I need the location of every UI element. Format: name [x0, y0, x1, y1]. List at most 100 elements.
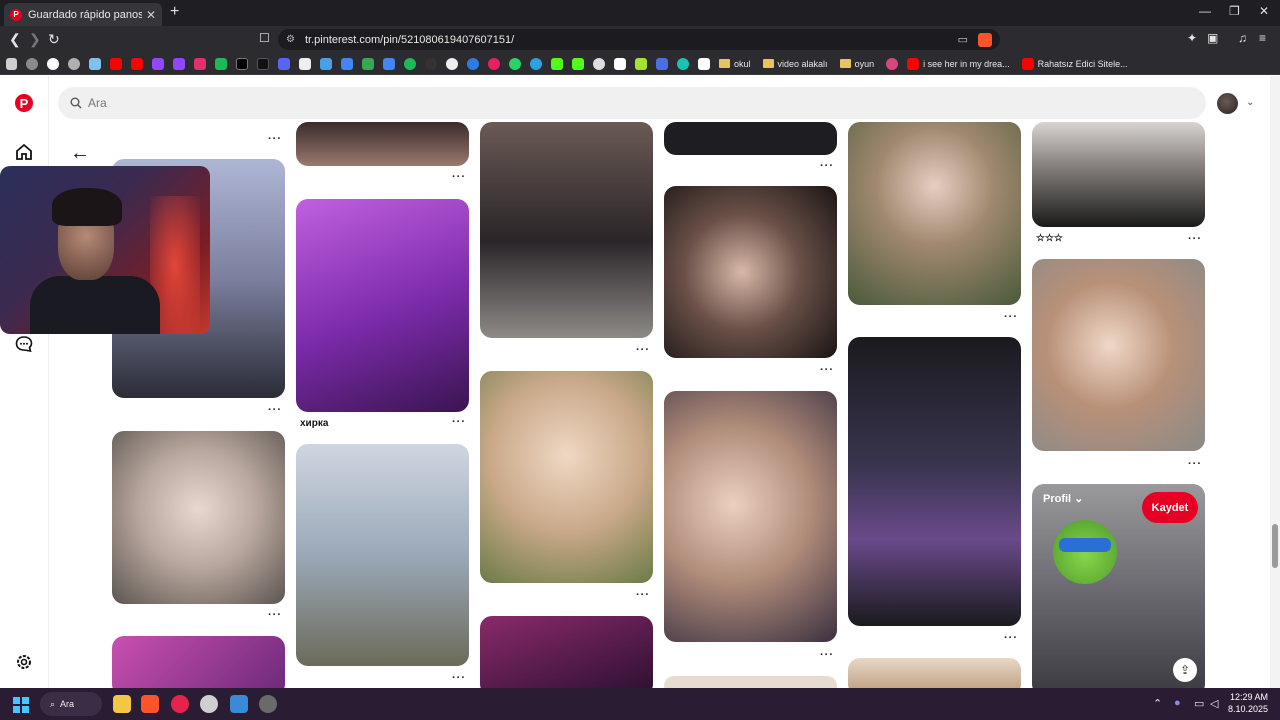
tab-close-icon[interactable]: ✕: [146, 8, 156, 22]
avatar[interactable]: [1217, 93, 1238, 114]
close-window-icon[interactable]: ✕: [1259, 4, 1269, 18]
app-icon-4[interactable]: [200, 695, 218, 713]
discord-bookmark-icon[interactable]: [278, 57, 290, 70]
pin-image[interactable]: [296, 122, 469, 166]
pin-image[interactable]: [480, 371, 653, 583]
bookmark-icon-31[interactable]: [656, 57, 668, 70]
bookmark-icon-28[interactable]: [593, 57, 605, 70]
app-icon-5[interactable]: [230, 695, 248, 713]
bookmark-icon-10[interactable]: [215, 57, 227, 70]
brave-shields-icon[interactable]: [978, 32, 992, 47]
minimize-icon[interactable]: —: [1199, 4, 1211, 18]
search-bar[interactable]: [58, 87, 1206, 119]
translate-bookmark-icon[interactable]: [341, 57, 353, 70]
back-icon[interactable]: ❮: [9, 31, 21, 48]
home-icon[interactable]: [14, 142, 34, 162]
pin-image[interactable]: [664, 676, 837, 688]
restore-icon[interactable]: ❐: [1229, 4, 1240, 18]
address-bar[interactable]: ⚙ tr.pinterest.com/pin/52108061940760715…: [278, 29, 1000, 50]
save-button[interactable]: Kaydet: [1142, 492, 1198, 523]
volume-icon[interactable]: ◁: [1210, 697, 1218, 710]
drive-bookmark-icon[interactable]: [362, 57, 374, 70]
twitch-bookmark-icon[interactable]: [152, 57, 164, 70]
docs-bookmark-icon[interactable]: [383, 57, 395, 70]
pin-image[interactable]: [664, 186, 837, 358]
bookmark-icon-29[interactable]: [614, 57, 626, 70]
search-input[interactable]: [88, 96, 488, 110]
extensions-icon[interactable]: ✦: [1187, 31, 1197, 45]
pin-image[interactable]: [296, 444, 469, 666]
pin-more-icon[interactable]: ···: [268, 609, 282, 621]
bookmark-icon[interactable]: ☐: [259, 31, 270, 45]
pin-more-icon[interactable]: ···: [1188, 233, 1202, 245]
bookmark-item-sites[interactable]: Rahatsız Edici Sitele...: [1021, 57, 1128, 70]
pin-more-icon[interactable]: ···: [268, 133, 282, 145]
bookmark-icon-pink[interactable]: [886, 57, 899, 70]
bookmark-icon-20[interactable]: [425, 57, 437, 70]
pinterest-logo-icon[interactable]: P: [15, 94, 33, 112]
bookmark-item-dream[interactable]: i see her in my drea...: [907, 57, 1010, 70]
share-icon[interactable]: ⇪: [1173, 658, 1197, 682]
bookmark-icon-4[interactable]: [89, 57, 101, 70]
scrollbar-thumb[interactable]: [1272, 524, 1278, 568]
media-icon[interactable]: ♫: [1238, 31, 1247, 45]
pin-image[interactable]: [1032, 122, 1205, 227]
pin-image[interactable]: [664, 391, 837, 642]
pin-more-icon[interactable]: ···: [636, 589, 650, 601]
new-tab-button[interactable]: +: [170, 3, 179, 21]
pin-image[interactable]: [664, 122, 837, 155]
cast-icon[interactable]: ▭: [958, 33, 968, 46]
pin-image[interactable]: [848, 337, 1021, 626]
bookmark-icon-30[interactable]: [635, 57, 647, 70]
bookmark-icon-22[interactable]: [467, 57, 479, 70]
whatsapp-bookmark-icon[interactable]: [509, 57, 521, 70]
file-explorer-icon[interactable]: [113, 695, 131, 713]
pin-more-icon[interactable]: ···: [452, 171, 466, 183]
pin-more-icon[interactable]: ···: [268, 404, 282, 416]
bookmark-folder-oyun[interactable]: oyun: [839, 59, 874, 69]
network-icon[interactable]: ▭: [1194, 697, 1204, 710]
bookmark-icon-33[interactable]: [698, 57, 710, 70]
pin-more-icon[interactable]: ···: [820, 649, 834, 661]
pin-image[interactable]: [1032, 259, 1205, 451]
pin-image[interactable]: [848, 122, 1021, 305]
messages-icon[interactable]: [14, 334, 34, 354]
telegram-bookmark-icon[interactable]: [530, 57, 542, 70]
spotify-bookmark-icon[interactable]: [404, 57, 416, 70]
google-bookmark-icon[interactable]: [47, 57, 59, 70]
pin-image[interactable]: [480, 616, 653, 688]
youtube-bookmark-icon[interactable]: [110, 57, 122, 70]
brave-browser-icon[interactable]: [141, 695, 159, 713]
pin-more-icon[interactable]: ···: [452, 416, 466, 428]
instagram-bookmark-icon[interactable]: [194, 57, 206, 70]
site-info-icon[interactable]: ⚙: [286, 34, 295, 45]
kick-bookmark-icon-2[interactable]: [572, 57, 584, 70]
browser-tab[interactable]: P Guardado rápido panosundaki P ✕: [4, 3, 162, 26]
pin-more-icon[interactable]: ···: [452, 672, 466, 684]
bookmark-icon-15[interactable]: [320, 57, 332, 70]
forward-icon[interactable]: ❯: [29, 31, 41, 48]
youtube-bookmark-icon-2[interactable]: [131, 57, 143, 70]
bookmark-icon-23[interactable]: [488, 57, 500, 70]
app-icon-6[interactable]: [259, 695, 277, 713]
chatgpt-bookmark-icon[interactable]: [68, 57, 80, 70]
bookmark-icon-32[interactable]: [677, 57, 689, 70]
kick-bookmark-icon[interactable]: [551, 57, 563, 70]
pin-more-icon[interactable]: ···: [820, 364, 834, 376]
settings-gear-icon[interactable]: [14, 652, 34, 672]
github-bookmark-icon[interactable]: [446, 57, 458, 70]
profile-board-dropdown[interactable]: Profil ⌄: [1043, 492, 1083, 505]
pin-more-icon[interactable]: ···: [636, 344, 650, 356]
x-bookmark-icon[interactable]: [236, 57, 248, 70]
account-chevron-down-icon[interactable]: ⌄: [1246, 97, 1254, 108]
history-bookmark-icon[interactable]: [26, 57, 38, 70]
apps-icon[interactable]: [6, 57, 17, 70]
bookmark-folder-video[interactable]: video alakalı: [762, 59, 828, 69]
reload-icon[interactable]: ↻: [48, 31, 60, 48]
pin-image[interactable]: [296, 199, 469, 412]
pin-more-icon[interactable]: ···: [820, 160, 834, 172]
mic-icon[interactable]: ●: [1174, 697, 1181, 709]
media-app-icon[interactable]: [171, 695, 189, 713]
pin-image[interactable]: [480, 122, 653, 338]
tray-chevron-icon[interactable]: ⌃: [1153, 697, 1162, 710]
